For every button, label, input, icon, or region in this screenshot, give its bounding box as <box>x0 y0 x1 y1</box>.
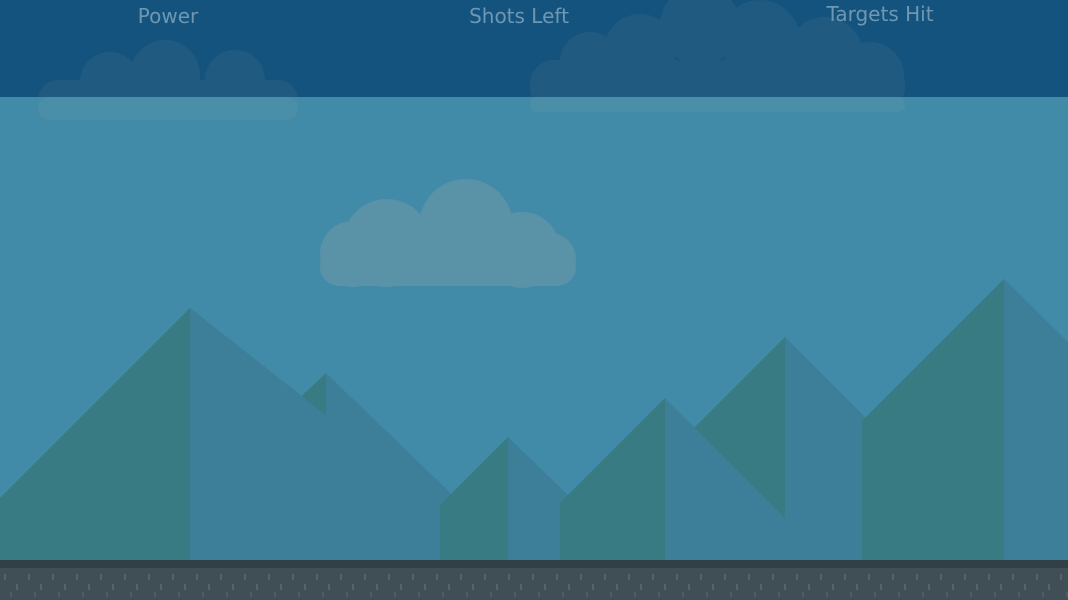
game-scene: Power Shots Left Targets Hit <box>0 0 1068 600</box>
cloud-icon <box>38 97 905 120</box>
ground-texture <box>0 568 1068 600</box>
ground <box>0 560 1068 600</box>
